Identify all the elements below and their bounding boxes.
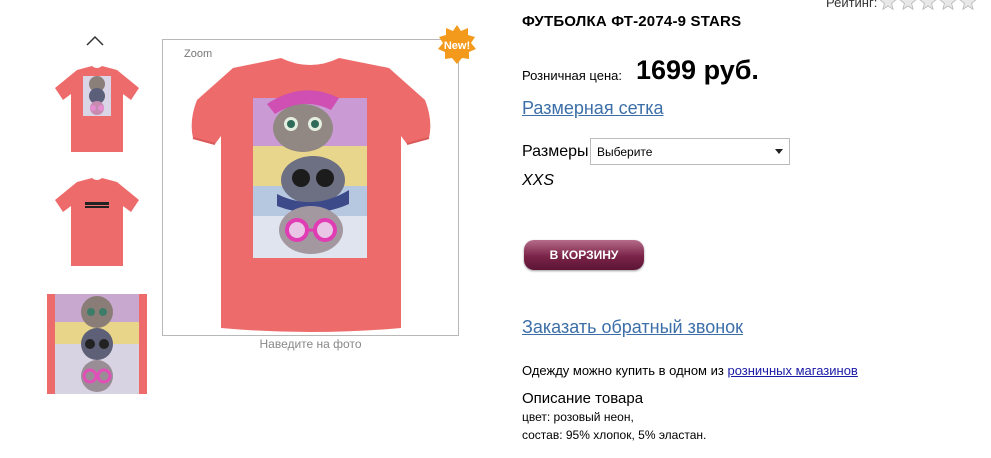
price-label: Розничная цена: [522,68,622,83]
chevron-down-icon [775,149,783,154]
thumbnail-print-closeup[interactable] [47,294,147,394]
sizes-label: Размеры [522,143,589,160]
retail-stores-link[interactable]: розничных магазинов [727,363,857,378]
buy-info-text: Одежду можно купить в одном из [522,363,724,378]
price-value: 1699 руб. [636,55,759,85]
rating: Рейтинг: [826,0,977,11]
size-chart-link[interactable]: Размерная сетка [522,98,664,119]
hover-hint: Наведите на фото [259,337,362,351]
new-badge: New! [438,25,476,64]
new-badge-label: New! [444,40,470,52]
star-icon[interactable] [919,0,937,11]
chevron-up-icon[interactable] [84,34,106,48]
add-to-cart-button[interactable]: В КОРЗИНУ [524,240,644,270]
star-icon[interactable] [879,0,897,11]
product-title: ФУТБОЛКА ФТ-2074-9 STARS [522,13,742,30]
thumbnail-front[interactable] [47,58,147,158]
callback-link[interactable]: Заказать обратный звонок [522,317,743,338]
size-option-xxs[interactable]: XXS [522,172,554,190]
star-icon[interactable] [899,0,917,11]
description-composition: состав: 95% хлопок, 5% эластан. [522,428,707,442]
description-color: цвет: розовый неон, [522,410,634,424]
size-select[interactable]: Выберите [590,138,790,165]
size-select-value: Выберите [597,145,653,159]
star-icon[interactable] [959,0,977,11]
zoom-label: Zoom [184,48,213,60]
thumbnail-back[interactable] [47,172,147,272]
main-product-image[interactable] [162,39,459,336]
buy-info: Одежду можно купить в одном из розничных… [522,363,858,378]
rating-label: Рейтинг: [826,0,878,10]
star-icon[interactable] [939,0,957,11]
description-title: Описание товара [522,390,644,407]
